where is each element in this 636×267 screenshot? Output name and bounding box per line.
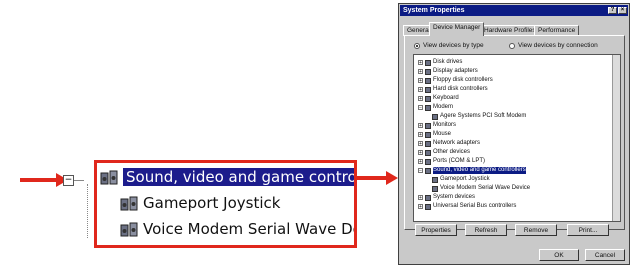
speaker-controller-icon bbox=[425, 167, 431, 174]
device-item[interactable]: + Floppy disk controllers bbox=[418, 77, 493, 84]
speaker-controller-icon bbox=[99, 167, 119, 187]
collapse-toggle[interactable]: − bbox=[418, 105, 423, 111]
expand-toggle[interactable]: + bbox=[418, 87, 423, 93]
disk-drive-icon bbox=[425, 59, 431, 66]
device-item[interactable]: + Mouse bbox=[418, 131, 451, 138]
device-item[interactable]: + Other devices bbox=[418, 149, 470, 156]
right-arrow-shaft bbox=[357, 176, 387, 180]
device-label: Hard disk controllers bbox=[433, 86, 488, 92]
callout-row-selected[interactable]: Sound, video and game controllers bbox=[99, 165, 354, 189]
properties-button[interactable]: Properties bbox=[415, 224, 457, 236]
device-item[interactable]: + System devices bbox=[418, 194, 475, 201]
device-label: Other devices bbox=[433, 149, 471, 155]
radio-by-type-label: View devices by type bbox=[423, 42, 484, 49]
system-properties-window: System Properties ? × General Device Man… bbox=[398, 3, 630, 265]
device-item[interactable]: + Universal Serial Bus controllers bbox=[418, 203, 516, 210]
device-item[interactable]: Agere Systems PCI Soft Modem bbox=[432, 113, 526, 120]
device-label: System devices bbox=[433, 194, 476, 200]
expand-toggle[interactable]: + bbox=[418, 78, 423, 84]
device-label: Keyboard bbox=[433, 95, 459, 101]
expand-toggle[interactable]: + bbox=[418, 69, 423, 75]
right-arrow-head bbox=[386, 171, 398, 185]
modem-icon bbox=[425, 104, 431, 111]
hard-disk-icon bbox=[425, 86, 431, 93]
device-label: Gameport Joystick bbox=[440, 176, 490, 182]
window-title: System Properties bbox=[403, 7, 465, 14]
floppy-icon bbox=[425, 77, 431, 84]
device-icon bbox=[432, 176, 438, 183]
device-label: Modem bbox=[433, 104, 454, 110]
keyboard-icon bbox=[425, 95, 431, 102]
port-icon bbox=[425, 158, 431, 165]
left-arrow-shaft bbox=[20, 178, 58, 182]
collapse-toggle[interactable]: − bbox=[418, 168, 423, 174]
device-item[interactable]: + Hard disk controllers bbox=[418, 86, 488, 93]
device-label: Ports (COM & LPT) bbox=[433, 158, 486, 164]
expand-toggle[interactable]: + bbox=[418, 132, 423, 138]
expand-toggle[interactable]: + bbox=[418, 195, 423, 201]
expand-toggle[interactable]: + bbox=[418, 150, 423, 156]
device-icon bbox=[119, 219, 139, 239]
device-label: Monitors bbox=[433, 122, 457, 128]
device-icon bbox=[432, 185, 438, 192]
callout-box: Sound, video and game controllers Gamepo… bbox=[94, 160, 357, 248]
tab-device-manager[interactable]: Device Manager bbox=[429, 22, 485, 36]
cancel-button[interactable]: Cancel bbox=[585, 249, 625, 261]
display-adapter-icon bbox=[425, 68, 431, 75]
device-item[interactable]: + Disk drives bbox=[418, 59, 462, 66]
ok-button[interactable]: OK bbox=[539, 249, 579, 261]
device-label: Sound, video and game controllers bbox=[433, 167, 526, 174]
device-label: Voice Modem Serial Wave Device bbox=[440, 185, 531, 191]
collapse-toggle[interactable]: − bbox=[63, 175, 74, 186]
modem-icon bbox=[432, 113, 438, 120]
device-item[interactable]: + Display adapters bbox=[418, 68, 478, 75]
system-devices-icon bbox=[425, 194, 431, 201]
device-item[interactable]: + Network adapters bbox=[418, 140, 480, 147]
callout-row-label: Voice Modem Serial Wave Dev bbox=[143, 220, 357, 238]
expand-toggle[interactable]: + bbox=[418, 60, 423, 66]
device-item-selected[interactable]: − Sound, video and game controllers bbox=[418, 167, 526, 174]
tree-line bbox=[87, 184, 89, 238]
print-button[interactable]: Print... bbox=[567, 224, 609, 236]
remove-button[interactable]: Remove bbox=[515, 224, 557, 236]
radio-by-connection[interactable] bbox=[509, 43, 515, 49]
zoom-callout: − Sound, video and game controllers Game… bbox=[20, 150, 357, 250]
device-item[interactable]: − Modem bbox=[418, 104, 453, 111]
close-button[interactable]: × bbox=[618, 7, 627, 14]
usb-icon bbox=[425, 203, 431, 210]
device-tree[interactable]: + Disk drives + Display adapters + Floppy d… bbox=[413, 54, 621, 222]
device-item[interactable]: Voice Modem Serial Wave Device bbox=[432, 185, 530, 192]
device-item[interactable]: + Monitors bbox=[418, 122, 456, 129]
radio-by-type[interactable] bbox=[414, 43, 420, 49]
mouse-icon bbox=[425, 131, 431, 138]
monitor-icon bbox=[425, 122, 431, 129]
other-devices-icon bbox=[425, 149, 431, 156]
expand-toggle[interactable]: + bbox=[418, 123, 423, 129]
device-label: Floppy disk controllers bbox=[433, 77, 493, 83]
device-label: Mouse bbox=[433, 131, 452, 137]
expand-toggle[interactable]: + bbox=[418, 141, 423, 147]
callout-row-label: Gameport Joystick bbox=[143, 194, 281, 212]
radio-by-connection-label: View devices by connection bbox=[518, 42, 598, 49]
device-item[interactable]: Gameport Joystick bbox=[432, 176, 490, 183]
device-item[interactable]: + Ports (COM & LPT) bbox=[418, 158, 485, 165]
vertical-scrollbar[interactable] bbox=[612, 55, 620, 221]
expand-toggle[interactable]: + bbox=[418, 96, 423, 102]
device-icon bbox=[119, 193, 139, 213]
device-label: Display adapters bbox=[433, 68, 478, 74]
callout-row[interactable]: Voice Modem Serial Wave Dev bbox=[119, 217, 357, 241]
expand-toggle[interactable]: + bbox=[418, 159, 423, 165]
refresh-button[interactable]: Refresh bbox=[465, 224, 507, 236]
device-label: Disk drives bbox=[433, 59, 463, 65]
help-button[interactable]: ? bbox=[608, 7, 617, 14]
callout-row[interactable]: Gameport Joystick bbox=[119, 191, 280, 215]
device-item[interactable]: + Keyboard bbox=[418, 95, 459, 102]
title-bar: System Properties ? × bbox=[400, 5, 628, 16]
network-adapter-icon bbox=[425, 140, 431, 147]
callout-row-label: Sound, video and game controllers bbox=[123, 168, 354, 186]
device-label: Network adapters bbox=[433, 140, 481, 146]
device-label: Agere Systems PCI Soft Modem bbox=[440, 113, 527, 119]
expand-toggle[interactable]: + bbox=[418, 204, 423, 210]
device-label: Universal Serial Bus controllers bbox=[433, 203, 517, 209]
